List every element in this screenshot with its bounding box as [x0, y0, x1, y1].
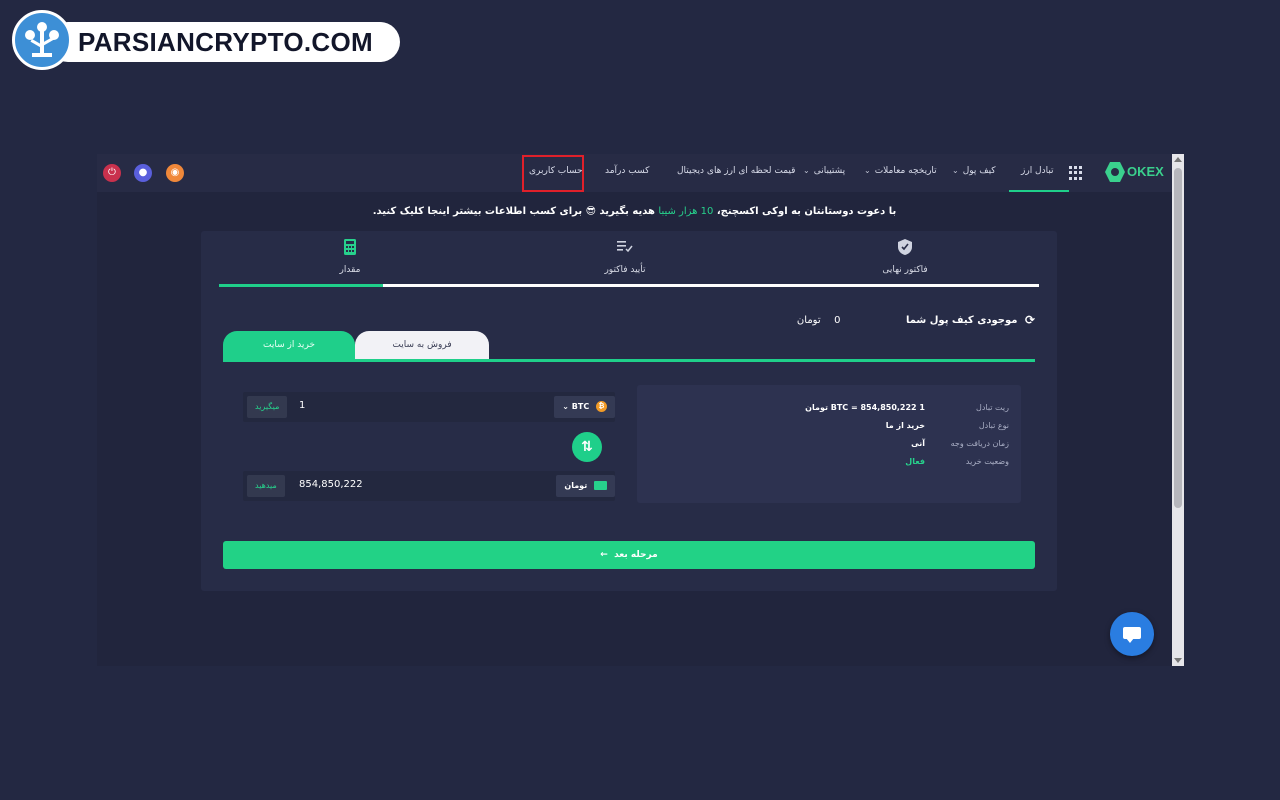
app-window: ⏻ ● ◉ حساب کاربری کسب درآمد قیمت لحظه ای… — [97, 154, 1184, 666]
step-final-invoice: فاکتور نهایی — [845, 239, 965, 275]
swap-arrows-icon[interactable]: ⇅ — [572, 432, 602, 462]
support-chat-icon[interactable] — [1110, 612, 1154, 656]
balance-label: موجودی کیف پول شما — [905, 314, 1018, 326]
chat-icon[interactable]: ● — [134, 164, 152, 182]
info-label-receive-time: زمان دریافت وجه — [950, 439, 1009, 448]
info-value-status: فعال — [905, 457, 925, 466]
watermark-logo: PARSIANCRYPTO.COM — [12, 10, 400, 70]
cash-icon — [594, 481, 607, 490]
exchange-panel: فاکتور نهایی تأیید فاکتور مقدار ⟳ موجودی… — [201, 231, 1057, 591]
next-step-label: مرحله بعد — [614, 550, 658, 560]
refresh-icon[interactable]: ⟳ — [1025, 313, 1035, 327]
nav-support[interactable]: ⌄ پشتیبانی — [803, 166, 845, 176]
balance-unit: تومان — [796, 314, 821, 326]
wallet-balance: ⟳ موجودی کیف پول شما 0 تومان — [797, 313, 1035, 335]
receive-amount-field[interactable]: میگیرید 1 ⌄ BTC ₿ — [243, 392, 615, 422]
info-values: 1 BTC = 854,850,222 تومان خرید از ما آنی… — [805, 399, 925, 471]
arrow-left-icon: ← — [600, 550, 611, 560]
promo-banner[interactable]: با دعوت دوستانتان به اوکی اکسچنج، 10 هزا… — [97, 206, 1172, 217]
okex-logo[interactable]: OKEX — [1105, 162, 1165, 184]
step-confirm-invoice: تأیید فاکتور — [565, 239, 685, 275]
scroll-down-icon[interactable] — [1174, 658, 1182, 663]
nav-earn[interactable]: کسب درآمد — [605, 166, 649, 176]
step-indicator: فاکتور نهایی تأیید فاکتور مقدار — [219, 239, 1039, 289]
info-label-rate: ریت تبادل — [976, 403, 1009, 412]
promo-accent: 10 هزار شیبا — [658, 206, 714, 217]
promo-text-after: هدیه بگیرید 😎 برای کسب اطلاعات بیشتر این… — [372, 206, 655, 217]
list-check-icon — [565, 239, 685, 259]
promo-text-before: با دعوت دوستانتان به اوکی اکسچنج، — [716, 206, 897, 217]
scroll-up-icon[interactable] — [1174, 157, 1182, 162]
chevron-down-icon: ⌄ — [803, 166, 810, 175]
info-label-status: وضعیت خرید — [965, 457, 1009, 466]
step-confirm-invoice-label: تأیید فاکتور — [604, 265, 646, 275]
pay-currency-label: تومان — [564, 481, 588, 490]
apps-grid-icon[interactable] — [1069, 166, 1083, 180]
receive-label-button[interactable]: میگیرید — [247, 396, 288, 418]
exchange-info-box: ریت تبادل نوع تبادل زمان دریافت وجه وضعی… — [637, 385, 1021, 503]
tree-icon — [12, 10, 72, 70]
logo-text: OKEX — [1127, 164, 1164, 179]
nav-wallet[interactable]: ⌄ کیف پول — [952, 166, 996, 176]
calculator-icon — [290, 239, 410, 259]
nav-live-prices[interactable]: قیمت لحظه ای ارز های دیجیتال — [677, 166, 795, 176]
watermark-text: PARSIANCRYPTO.COM — [78, 27, 373, 57]
power-icon[interactable]: ⏻ — [103, 164, 121, 182]
chevron-down-icon: ⌄ — [864, 166, 871, 175]
tab-buy[interactable]: خرید از سایت — [223, 331, 355, 359]
shield-check-icon — [845, 239, 965, 259]
window-scrollbar[interactable] — [1172, 154, 1184, 666]
nav-account[interactable]: حساب کاربری — [529, 166, 583, 176]
nav-active-indicator — [1009, 190, 1069, 192]
tab-sell[interactable]: فروش به سایت — [355, 331, 489, 359]
receive-currency-label: BTC — [571, 402, 590, 411]
notification-icon[interactable]: ◉ — [166, 164, 184, 182]
pay-label-button[interactable]: میدهید — [247, 475, 285, 497]
nav-exchange[interactable]: تبادل ارز — [1021, 166, 1054, 176]
chevron-down-icon: ⌄ — [952, 166, 959, 175]
balance-value: 0 — [834, 314, 841, 326]
pay-amount-field[interactable]: میدهید 854,850,222 تومان — [243, 471, 615, 501]
step-amount-label: مقدار — [339, 265, 361, 275]
bitcoin-icon: ₿ — [596, 401, 607, 412]
pay-currency-select[interactable]: تومان — [556, 475, 615, 497]
chevron-down-icon: ⌄ — [562, 402, 569, 411]
logo-hexagon-icon — [1105, 162, 1125, 182]
receive-currency-select[interactable]: ⌄ BTC ₿ — [554, 396, 615, 418]
info-value-rate: 1 BTC = 854,850,222 تومان — [805, 403, 925, 412]
next-step-button[interactable]: مرحله بعد ← — [223, 541, 1035, 569]
step-progress-fill — [219, 284, 383, 287]
info-label-type: نوع تبادل — [978, 421, 1009, 430]
step-amount: مقدار — [290, 239, 410, 275]
receive-amount-input[interactable]: 1 — [299, 400, 305, 411]
info-value-receive-time: آنی — [911, 439, 925, 448]
tab-underline — [223, 359, 1035, 362]
nav-trade-history-label: تاریخچه معاملات — [874, 166, 937, 176]
top-navbar: ⏻ ● ◉ حساب کاربری کسب درآمد قیمت لحظه ای… — [97, 154, 1172, 192]
nav-wallet-label: کیف پول — [962, 166, 996, 176]
step-final-invoice-label: فاکتور نهایی — [882, 265, 928, 275]
nav-trade-history[interactable]: ⌄ تاریخچه معاملات — [864, 166, 937, 176]
info-value-type: خرید از ما — [885, 421, 925, 430]
pay-amount-input[interactable]: 854,850,222 — [299, 479, 363, 490]
nav-support-label: پشتیبانی — [813, 166, 846, 176]
scroll-thumb[interactable] — [1174, 168, 1182, 508]
info-labels: ریت تبادل نوع تبادل زمان دریافت وجه وضعی… — [929, 399, 1009, 471]
